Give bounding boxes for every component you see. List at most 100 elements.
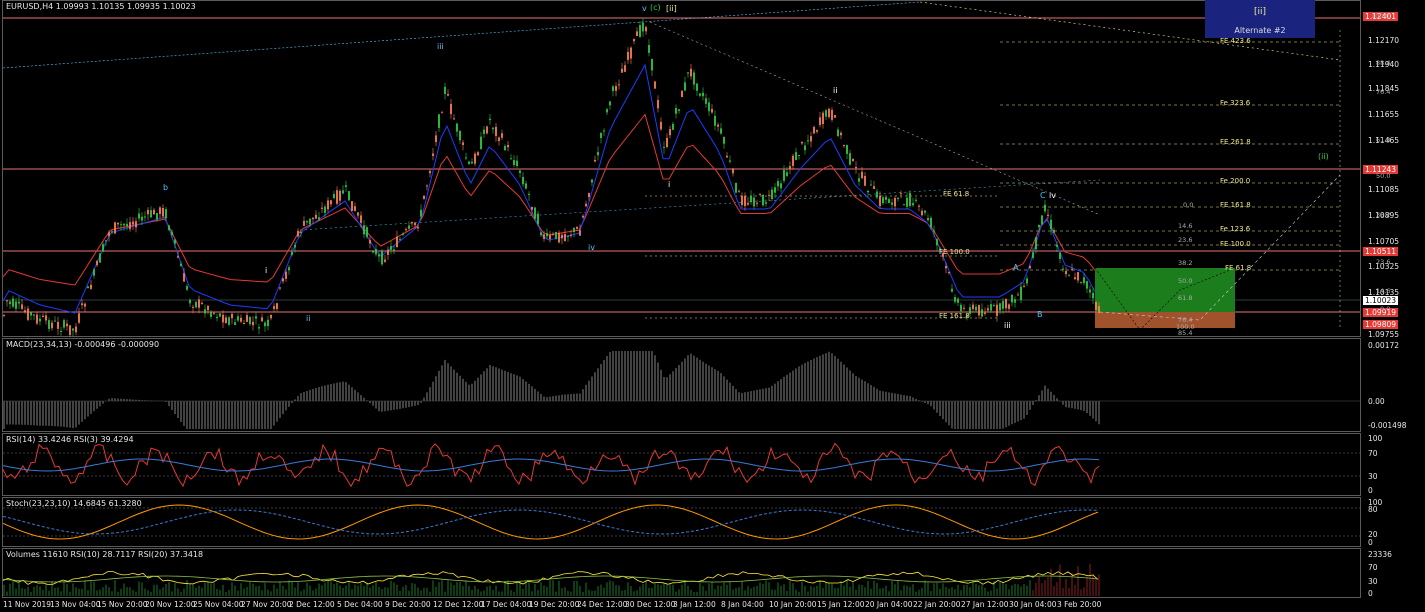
candle-body [597,151,599,156]
candle-body [1062,268,1064,270]
candle-body [333,194,335,199]
wave-label-B: B [1037,310,1043,319]
fe-label: FE 61.8 [1225,264,1252,272]
candle-body [492,127,494,130]
candle-body [129,222,131,230]
candle-body [1041,215,1043,225]
candle-body [144,216,146,218]
candle-body [342,190,344,194]
candle-body [462,142,464,145]
time-tick: 30 Jan 04:00 [1009,600,1057,609]
candle-body [720,128,722,134]
candle-body [498,137,500,141]
alternate-count-box: [ii] Alternate #2 [1205,0,1315,38]
right-fib-label: 14.6 [1376,287,1391,295]
candle-body [459,131,461,141]
candle-body [234,322,236,325]
candle-body [909,193,911,206]
candle-body [291,251,293,255]
candle-body [657,99,659,109]
wave-label-i2: i [668,180,671,189]
vol-tick: 70 [1368,563,1378,572]
candle-body [555,231,557,239]
candle-body [1038,224,1040,228]
candle-body [309,218,311,225]
candle-body [183,273,185,282]
candle-body [999,303,1001,311]
candle-body [519,170,521,173]
candle-body [1023,285,1025,287]
candle-body [495,126,497,137]
candle-body [777,181,779,187]
time-tick: 24 Dec 12:00 [577,600,628,609]
candle-body [240,317,242,322]
candle-body [306,220,308,223]
candle-body [993,305,995,307]
candle-body [1056,245,1058,247]
candle-body [18,301,20,304]
wave-label-iv2: iv [1049,191,1056,200]
candle-body [1044,204,1046,212]
candle-body [900,193,902,195]
candle-body [126,223,128,227]
candle-body [528,193,530,195]
candle-body [480,136,482,150]
candle-body [216,316,218,319]
candle-body [819,117,821,125]
candle-body [1092,292,1094,299]
candle-body [426,185,428,187]
candle-body [411,222,413,224]
candle-body [3,314,5,316]
candle-body [99,253,101,263]
candle-body [339,190,341,201]
wave-label-A: A [1013,263,1019,272]
alt-box-wave: [ii] [1253,7,1267,17]
candle-body [399,239,401,241]
time-tick: 15 Jan 12:00 [817,600,865,609]
alt-box-label: Alternate #2 [1234,26,1286,35]
candle-body [162,208,164,217]
candle-body [186,286,188,290]
candle-body [132,221,134,225]
candle-body [246,315,248,322]
candle-body [807,140,809,142]
wave-label-ii-bracket: [ii] [666,4,677,13]
candle-body [285,271,287,279]
price-box-current: 1.10023 [1363,296,1399,305]
candle-body [456,123,458,132]
candle-body [312,217,314,220]
time-tick: 3 Feb 20:00 [1057,600,1102,609]
fe-label: Fe 123.6 [1220,225,1251,233]
price-tick: 1.10705 [1368,237,1400,246]
candle-body [636,31,638,36]
candle-body [210,312,212,317]
candle-body [810,136,812,142]
candle-body [351,201,353,211]
candle-body [363,225,365,235]
candle-body [771,189,773,199]
vol-tick: 0 [1368,589,1373,598]
candle-body [516,160,518,166]
candle-body [174,239,176,244]
candle-body [405,229,407,231]
candle-body [447,94,449,96]
candle-body [504,146,506,151]
candle-body [12,298,14,307]
candle-body [669,129,671,136]
fe-label: FE 61.8 [943,190,970,198]
right-fib-label: 23.6 [1376,258,1391,266]
fib-label: 23.6 [1178,236,1193,244]
candle-body [699,93,701,96]
candle-body [858,178,860,182]
candle-body [228,317,230,325]
candle-body [180,263,182,267]
candle-body [507,145,509,148]
candle-body [198,299,200,308]
candle-body [474,153,476,164]
wave-label-iii: iii [437,42,444,51]
volume-rsi-fast [2,571,1099,585]
candle-body [207,305,209,311]
candle-body [267,319,269,327]
target-box [1095,312,1235,328]
price-box-bottom2: 1.09809 [1363,320,1399,329]
